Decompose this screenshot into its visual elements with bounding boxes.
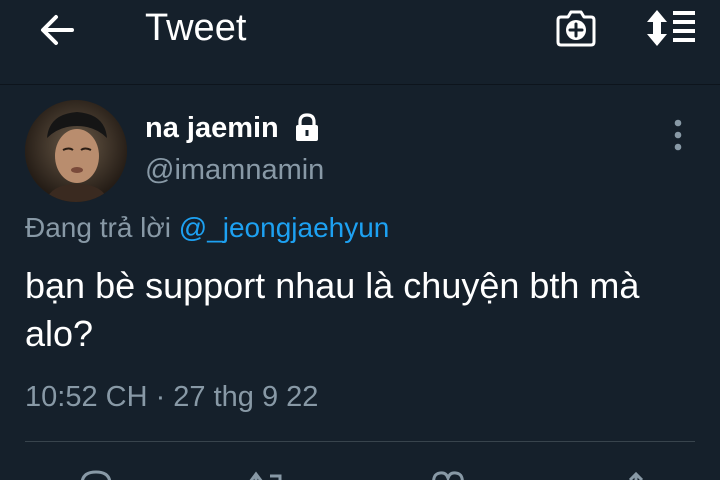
retweet-icon (249, 471, 282, 480)
reply-button[interactable] (74, 468, 118, 480)
lock-icon (293, 113, 321, 143)
share-icon (628, 471, 644, 480)
more-vertical-icon (674, 119, 682, 151)
reply-icon (80, 470, 112, 480)
page-title: Tweet (145, 7, 247, 49)
arrow-left-icon (41, 15, 74, 45)
user-handle[interactable]: @imamnamin (145, 154, 324, 187)
heart-icon (432, 471, 464, 480)
like-button[interactable] (426, 468, 470, 480)
tweet-detail-screen: Tweet na jaemin @imamnamin Đang trả lời … (0, 0, 720, 480)
tweet-timestamp[interactable]: 10:52 CH · 27 thg 9 22 (25, 381, 318, 414)
divider (25, 441, 695, 442)
sort-button[interactable] (640, 4, 702, 52)
replying-to-line: Đang trả lời @_jeongjaehyun (25, 212, 389, 244)
display-name[interactable]: na jaemin (145, 112, 279, 145)
camera-button[interactable] (550, 4, 602, 52)
camera-plus-icon (556, 10, 596, 47)
more-options-button[interactable] (664, 115, 692, 155)
replying-to-label: Đang trả lời (25, 212, 179, 243)
reply-mention-link[interactable]: @_jeongjaehyun (179, 212, 390, 243)
avatar[interactable] (25, 100, 127, 202)
sort-list-icon (647, 10, 695, 46)
avatar-image (25, 100, 127, 202)
tweet-text: bạn bè support nhau là chuyện bth mà alo… (25, 265, 640, 354)
back-button[interactable] (30, 8, 82, 52)
share-button[interactable] (614, 468, 658, 480)
top-app-bar: Tweet (0, 0, 720, 85)
retweet-button[interactable] (246, 468, 290, 480)
display-name-row: na jaemin (145, 108, 321, 148)
